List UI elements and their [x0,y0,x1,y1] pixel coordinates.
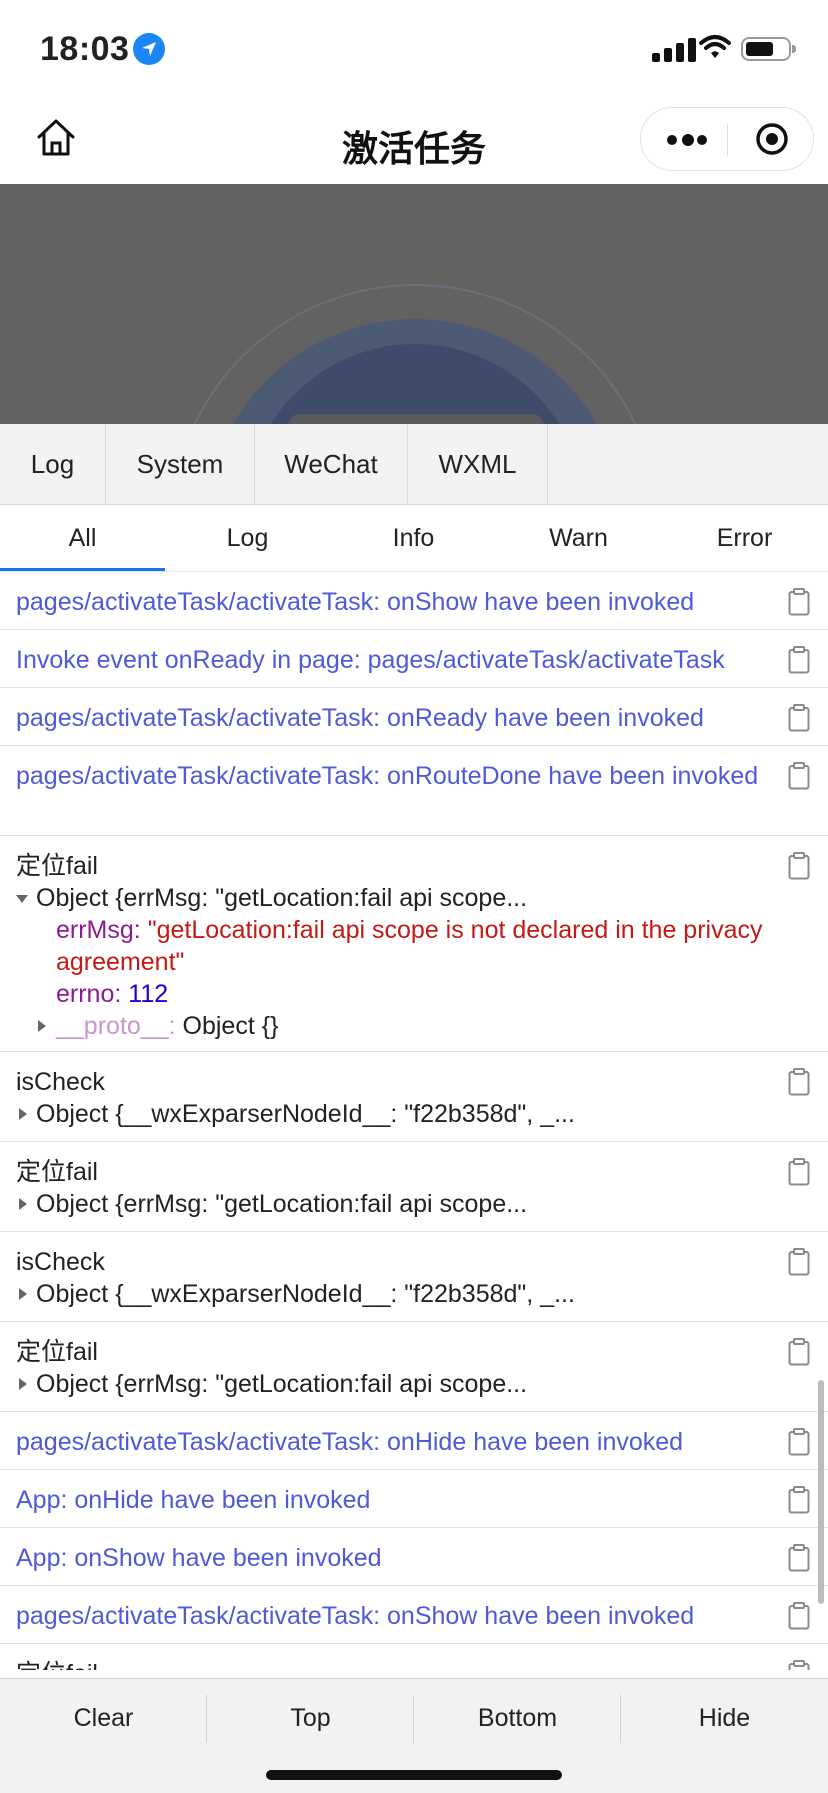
log-entry: pages/activateTask/activateTask: onReady… [0,688,828,746]
filter-error[interactable]: Error [662,505,827,571]
navigation-bar: 激活任务 [0,96,828,184]
vconsole-panel: Log System WeChat WXML All Log Info Warn… [0,424,828,1792]
collapse-arrow-icon [19,1288,27,1300]
object-summary: Object {__wxExparserNodeId__: "f22b358d"… [36,1280,575,1308]
log-entry-object: 定位fail [0,1644,828,1670]
log-text: pages/activateTask/activateTask: onShow … [16,588,695,616]
clipboard-icon[interactable] [788,852,810,880]
log-entry-object: isCheck Object {__wxExparserNodeId__: "f… [0,1232,828,1322]
more-icon[interactable] [667,130,707,150]
object-tree-toggle[interactable]: Object {errMsg: "getLocation:fail api sc… [16,882,768,914]
filter-all[interactable]: All [0,505,165,571]
collapse-arrow-icon [19,1108,27,1120]
page-content-overlay [0,184,828,424]
log-text: pages/activateTask/activateTask: onHide … [16,1428,684,1456]
log-label: 定位fail [16,1658,768,1670]
clipboard-icon[interactable] [788,1602,810,1630]
battery-icon [741,37,796,61]
log-label: 定位fail [16,1338,98,1366]
signal-icon [652,36,696,62]
log-entry: pages/activateTask/activateTask: onHide … [0,1412,828,1470]
location-arrow-icon [133,33,165,65]
object-proto[interactable]: __proto__: Object {} [16,1010,768,1042]
log-entry: pages/activateTask/activateTask: onShow … [0,1586,828,1644]
top-button[interactable]: Top [207,1679,414,1757]
clipboard-icon[interactable] [788,1428,810,1456]
active-filter-indicator [0,568,165,571]
vconsole-toolbar: Clear Top Bottom Hide [0,1678,828,1793]
hide-button[interactable]: Hide [621,1679,828,1757]
status-bar: 18:03 [0,0,828,96]
clipboard-icon[interactable] [788,1544,810,1572]
object-property: errno: 112 [56,980,169,1008]
object-tree-toggle[interactable]: Object {errMsg: "getLocation:fail api sc… [16,1188,768,1220]
filter-info[interactable]: Info [331,505,496,571]
log-list[interactable]: pages/activateTask/activateTask: onShow … [0,572,828,1670]
status-time: 18:03 [40,30,130,68]
log-entry: App: onShow have been invoked [0,1528,828,1586]
tab-system[interactable]: System [106,424,255,504]
clear-button[interactable]: Clear [0,1679,207,1757]
vconsole-tabs: Log System WeChat WXML [0,424,828,505]
log-label: isCheck [16,1068,105,1096]
clipboard-icon[interactable] [788,704,810,732]
clipboard-icon[interactable] [788,1486,810,1514]
log-scrollbar[interactable] [818,1380,824,1604]
log-filter-bar: All Log Info Warn Error [0,505,828,572]
log-entry-object: 定位fail Object {errMsg: "getLocation:fail… [0,836,828,1052]
tab-wechat[interactable]: WeChat [255,424,408,504]
object-tree-toggle[interactable]: Object {__wxExparserNodeId__: "f22b358d"… [16,1098,768,1130]
clipboard-icon[interactable] [788,1660,810,1670]
clipboard-icon[interactable] [788,588,810,616]
object-summary: Object {__wxExparserNodeId__: "f22b358d"… [36,1100,575,1128]
log-text: pages/activateTask/activateTask: onRoute… [16,762,759,790]
log-entry: pages/activateTask/activateTask: onShow … [0,572,828,630]
log-entry-object: isCheck Object {__wxExparserNodeId__: "f… [0,1052,828,1142]
log-text: App: onHide have been invoked [16,1486,371,1514]
log-entry-object: 定位fail Object {errMsg: "getLocation:fail… [0,1142,828,1232]
log-text: Invoke event onReady in page: pages/acti… [16,646,725,674]
clipboard-icon[interactable] [788,1158,810,1186]
log-text: pages/activateTask/activateTask: onReady… [16,704,704,732]
expand-arrow-icon [16,895,28,903]
object-tree-toggle[interactable]: Object {__wxExparserNodeId__: "f22b358d"… [16,1278,768,1310]
log-label: 定位fail [16,1158,98,1186]
collapse-arrow-icon [19,1378,27,1390]
menu-capsule [640,107,814,171]
object-property: errMsg: "getLocation:fail api scope is n… [56,916,763,976]
object-summary: Object {errMsg: "getLocation:fail api sc… [36,884,528,912]
tab-log[interactable]: Log [0,424,106,504]
filter-log[interactable]: Log [165,505,330,571]
object-summary: Object {errMsg: "getLocation:fail api sc… [36,1190,528,1218]
tab-wxml[interactable]: WXML [408,424,548,504]
log-entry: pages/activateTask/activateTask: onRoute… [0,746,828,836]
log-entry: App: onHide have been invoked [0,1470,828,1528]
clipboard-icon[interactable] [788,1068,810,1096]
log-label: isCheck [16,1248,105,1276]
log-label: 定位fail [16,852,98,880]
clipboard-icon[interactable] [788,1248,810,1276]
bottom-button[interactable]: Bottom [414,1679,621,1757]
log-text: pages/activateTask/activateTask: onShow … [16,1602,695,1630]
log-text: App: onShow have been invoked [16,1544,382,1572]
log-entry-object: 定位fail Object {errMsg: "getLocation:fail… [0,1322,828,1412]
home-indicator [266,1770,562,1780]
clipboard-icon[interactable] [788,762,810,790]
object-tree-toggle[interactable]: Object {errMsg: "getLocation:fail api sc… [16,1368,768,1400]
clipboard-icon[interactable] [788,1338,810,1366]
collapse-arrow-icon [19,1198,27,1210]
wifi-icon [699,34,731,65]
filter-warn[interactable]: Warn [496,505,661,571]
object-summary: Object {errMsg: "getLocation:fail api sc… [36,1370,528,1398]
close-target-icon[interactable] [754,121,790,157]
clipboard-icon[interactable] [788,646,810,674]
collapse-arrow-icon [38,1020,46,1032]
log-entry: Invoke event onReady in page: pages/acti… [0,630,828,688]
